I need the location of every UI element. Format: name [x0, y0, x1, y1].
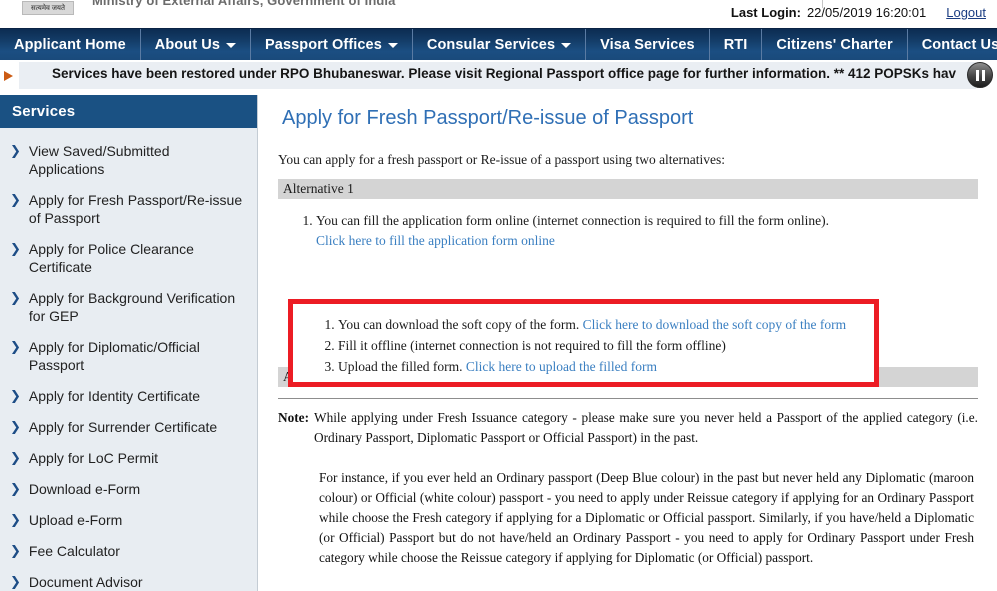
list-item: You can download the soft copy of the fo… — [338, 314, 873, 335]
chevron-right-icon: ❯ — [10, 291, 21, 306]
sidebar-item-loc-permit[interactable]: ❯ Apply for LoC Permit — [0, 449, 257, 467]
intro-text: You can apply for a fresh passport or Re… — [278, 152, 726, 167]
note-section: Note: While applying under Fresh Issuanc… — [278, 408, 978, 568]
last-login-label: Last Login: — [730, 5, 801, 20]
sidebar-item-fee-calculator[interactable]: ❯ Fee Calculator — [0, 542, 257, 560]
sidebar-item-download-eform[interactable]: ❯ Download e-Form — [0, 480, 257, 498]
nav-label: About Us — [154, 36, 221, 53]
chevron-right-icon: ❯ — [10, 420, 21, 435]
list-item: Upload the filled form. Click here to up… — [338, 356, 873, 377]
chevron-down-icon — [561, 43, 572, 48]
sidebar-item-list: ❯ View Saved/Submitted Applications ❯ Ap… — [0, 128, 257, 591]
sidebar-title: Services — [0, 95, 257, 128]
note-label: Note: — [278, 410, 310, 425]
fill-application-online-link[interactable]: Click here to fill the application form … — [316, 231, 968, 251]
sidebar-item-label: Document Advisor — [28, 574, 143, 590]
chevron-right-icon: ❯ — [10, 242, 21, 257]
sidebar-item-diplomatic-official-passport[interactable]: ❯ Apply for Diplomatic/Official Passport — [0, 338, 257, 374]
ministry-title: Ministry of External Affairs, Government… — [92, 0, 396, 8]
alt2-step3-text: Upload the filled form. — [338, 359, 463, 374]
section-divider — [278, 398, 978, 399]
sidebar-item-label: Download e-Form — [28, 481, 141, 497]
nav-label: Citizens' Charter — [776, 36, 893, 53]
nav-item-visa-services[interactable]: Visa Services — [586, 29, 710, 60]
main-navigation: Applicant Home About Us Passport Offices… — [0, 28, 997, 60]
sidebar-item-upload-eform[interactable]: ❯ Upload e-Form — [0, 511, 257, 529]
nav-item-consular-services[interactable]: Consular Services — [413, 29, 587, 60]
sidebar-item-surrender-certificate[interactable]: ❯ Apply for Surrender Certificate — [0, 418, 257, 436]
ticker-track: Services have been restored under RPO Bh… — [19, 62, 976, 89]
chevron-right-icon: ❯ — [10, 340, 21, 355]
download-soft-copy-link[interactable]: Click here to download the soft copy of … — [583, 317, 847, 332]
chevron-right-icon: ❯ — [10, 451, 21, 466]
sidebar-item-label: Apply for Identity Certificate — [28, 388, 201, 404]
list-item: Fill it offline (internet connection is … — [338, 335, 873, 356]
sidebar-item-view-saved-applications[interactable]: ❯ View Saved/Submitted Applications — [0, 142, 257, 178]
play-arrow-icon — [4, 71, 13, 81]
nav-item-contact-us[interactable]: Contact Us — [908, 29, 997, 60]
chevron-right-icon: ❯ — [10, 193, 21, 208]
chevron-down-icon — [226, 43, 237, 48]
nav-label: Visa Services — [600, 36, 695, 53]
sidebar-item-label: Apply for Fresh Passport/Re-issue of Pas… — [28, 192, 243, 226]
upload-filled-form-link[interactable]: Click here to upload the filled form — [466, 359, 657, 374]
login-status-row: Last Login: 22/05/2019 16:20:01 Logout — [0, 5, 997, 28]
services-sidebar: Services ❯ View Saved/Submitted Applicat… — [0, 95, 258, 591]
note-paragraph: For instance, if you ever held an Ordina… — [319, 470, 974, 565]
pause-icon[interactable] — [967, 62, 993, 88]
sidebar-item-label: Apply for Background Verification for GE… — [28, 290, 236, 324]
nav-label: Passport Offices — [265, 36, 382, 53]
sidebar-item-background-verification-gep[interactable]: ❯ Apply for Background Verification for … — [0, 289, 257, 325]
chevron-down-icon — [387, 43, 398, 48]
chevron-right-icon: ❯ — [10, 144, 21, 159]
nav-item-applicant-home[interactable]: Applicant Home — [0, 29, 141, 60]
sidebar-item-document-advisor[interactable]: ❯ Document Advisor — [0, 573, 257, 591]
sidebar-item-apply-fresh-passport[interactable]: ❯ Apply for Fresh Passport/Re-issue of P… — [0, 191, 257, 227]
page-root: सत्यमेव जयते Ministry of External Affair… — [0, 0, 997, 591]
nav-item-about-us[interactable]: About Us — [141, 29, 252, 60]
page-title: Apply for Fresh Passport/Re-issue of Pas… — [282, 107, 694, 129]
logout-link[interactable]: Logout — [946, 5, 986, 20]
nav-item-passport-offices[interactable]: Passport Offices — [251, 29, 413, 60]
sidebar-item-label: Apply for Diplomatic/Official Passport — [28, 339, 200, 373]
note-first-line: Note: While applying under Fresh Issuanc… — [278, 408, 978, 448]
ticker-message: Services have been restored under RPO Bh… — [52, 66, 957, 81]
chevron-right-icon: ❯ — [10, 513, 21, 528]
last-login-value: 22/05/2019 16:20:01 — [806, 5, 927, 20]
list-item: You can fill the application form online… — [316, 211, 968, 251]
sidebar-item-police-clearance-certificate[interactable]: ❯ Apply for Police Clearance Certificate — [0, 240, 257, 276]
alt1-step1-text: You can fill the application form online… — [316, 213, 829, 228]
sidebar-item-identity-certificate[interactable]: ❯ Apply for Identity Certificate — [0, 387, 257, 405]
alt2-step2-text: Fill it offline (internet connection is … — [338, 338, 726, 353]
nav-label: Consular Services — [426, 36, 556, 53]
nav-label: Contact Us — [921, 36, 997, 53]
chevron-right-icon: ❯ — [10, 544, 21, 559]
alternative-1-heading: Alternative 1 — [278, 179, 978, 199]
sidebar-item-label: Upload e-Form — [28, 512, 123, 528]
alternative-1-steps: You can fill the application form online… — [278, 211, 968, 253]
note-body: While applying under Fresh Issuance cate… — [314, 410, 978, 445]
alt2-step1-text: You can download the soft copy of the fo… — [338, 317, 580, 332]
nav-item-rti[interactable]: RTI — [710, 29, 763, 60]
sidebar-item-label: Apply for Surrender Certificate — [28, 419, 218, 435]
login-info: Last Login: 22/05/2019 16:20:01 Logout — [731, 5, 986, 20]
sidebar-item-label: Apply for Police Clearance Certificate — [28, 241, 194, 275]
chevron-right-icon: ❯ — [10, 389, 21, 404]
nav-item-citizens-charter[interactable]: Citizens' Charter — [762, 29, 908, 60]
national-emblem-icon: सत्यमेव जयते — [22, 1, 74, 15]
nav-label: Applicant Home — [14, 36, 126, 53]
chevron-right-icon: ❯ — [10, 482, 21, 497]
alternative-2-highlight-box: You can download the soft copy of the fo… — [288, 299, 879, 387]
sidebar-item-label: Fee Calculator — [28, 543, 120, 559]
sidebar-item-label: View Saved/Submitted Applications — [28, 143, 170, 177]
sidebar-item-label: Apply for LoC Permit — [28, 450, 159, 466]
chevron-right-icon: ❯ — [10, 575, 21, 590]
announcement-ticker: Services have been restored under RPO Bh… — [0, 60, 997, 92]
alternative-2-steps: You can download the soft copy of the fo… — [313, 314, 873, 377]
nav-label: RTI — [723, 36, 748, 53]
